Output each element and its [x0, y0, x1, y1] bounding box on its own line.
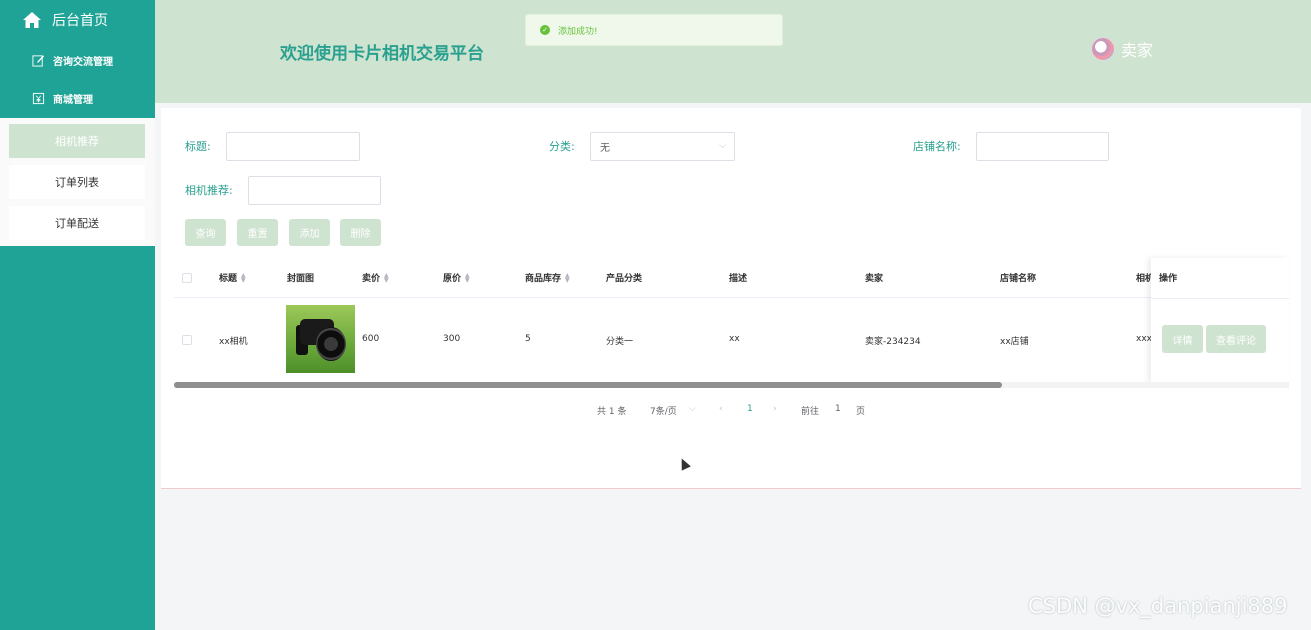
column-header-original-price[interactable]: 原价 ▲ ▼ — [443, 271, 470, 284]
sidebar-item-camera-recommend[interactable]: 相机推荐 — [9, 124, 145, 158]
goto-label: 前往 — [801, 407, 820, 417]
add-button[interactable]: 添加 — [289, 219, 330, 246]
sort-icon[interactable]: ▲ ▼ — [384, 272, 389, 283]
page-size-select[interactable]: 7条/页 — [650, 404, 677, 417]
page-suffix-label: 页 — [856, 407, 866, 417]
title-input[interactable] — [226, 132, 360, 161]
goto-page-input[interactable]: 1 — [835, 404, 841, 414]
column-header-label: 描述 — [729, 274, 748, 284]
horizontal-scrollbar[interactable] — [174, 382, 1289, 388]
title-label: 标题: — [185, 140, 211, 153]
page-title: 欢迎使用卡片相机交易平台 — [280, 44, 484, 64]
sidebar-menu-label: 商城管理 — [53, 94, 93, 106]
user-menu[interactable]: 卖家 — [1091, 37, 1153, 61]
next-page-icon[interactable]: › — [773, 404, 777, 414]
sidebar-submenu: 相机推荐 订单列表 订单配送 — [0, 118, 155, 246]
category-label: 分类: — [549, 140, 575, 153]
cell-category: 分类一 — [606, 337, 634, 347]
user-name: 卖家 — [1121, 41, 1154, 60]
watermark: CSDN @vx_danpianji889 — [1028, 594, 1288, 618]
chevron-down-icon: ⌵ — [719, 141, 726, 151]
sort-icon[interactable]: ▲ ▼ — [565, 272, 570, 283]
sidebar-home-label: 后台首页 — [52, 13, 108, 29]
cell-description: xx — [729, 334, 740, 344]
prev-page-icon[interactable]: ‹ — [719, 404, 723, 414]
column-header-stock[interactable]: 商品库存 ▲ ▼ — [525, 271, 570, 284]
sidebar: 后台首页 咨询交流管理 商城管理 相机推荐 订单列表 订单配送 — [0, 0, 155, 630]
cell-original-price: 300 — [443, 334, 461, 344]
divider — [1151, 298, 1289, 299]
delete-button[interactable]: 删除 — [340, 219, 381, 246]
sort-icon[interactable]: ▲ ▼ — [465, 272, 470, 283]
shop-label: 店铺名称: — [913, 140, 961, 153]
recommend-input[interactable] — [248, 176, 381, 205]
camera-lens-shape — [316, 327, 346, 361]
cell-title: xx相机 — [219, 337, 248, 347]
main-panel: 标题: 分类: 无 ⌵ 店铺名称: 相机推荐: 查询 重置 添加 删除 标题 ▲… — [161, 108, 1301, 489]
detail-button[interactable]: 详情 — [1162, 325, 1203, 353]
column-header-cover: 封面图 — [287, 271, 314, 284]
cell-camera: xxx — [1136, 334, 1152, 344]
home-icon — [23, 12, 41, 28]
column-header-label: 封面图 — [287, 274, 315, 284]
column-header-label: 商品库存 — [525, 274, 562, 284]
check-circle-icon: ✓ — [540, 25, 550, 35]
sort-icon[interactable]: ▲ ▼ — [241, 272, 246, 283]
column-header-seller: 卖家 — [865, 271, 883, 284]
cell-shop: xx店铺 — [1000, 337, 1029, 347]
camera-cover-image[interactable] — [286, 305, 355, 373]
edit-icon — [32, 54, 45, 67]
cell-sell-price: 600 — [362, 334, 380, 344]
scrollbar-thumb[interactable] — [174, 382, 1002, 388]
sidebar-menu-label: 咨询交流管理 — [53, 56, 113, 68]
column-header-label: 卖家 — [865, 274, 884, 284]
sidebar-menu-shop[interactable]: 商城管理 — [0, 79, 155, 117]
query-button[interactable]: 查询 — [185, 219, 226, 246]
reset-button[interactable]: 重置 — [237, 219, 278, 246]
shop-icon — [32, 92, 45, 104]
column-header-description: 描述 — [729, 271, 747, 284]
sidebar-home[interactable]: 后台首页 — [0, 0, 155, 40]
toast-message: 添加成功! — [558, 26, 598, 37]
sidebar-menu-consult[interactable]: 咨询交流管理 — [0, 41, 155, 79]
table-header: 标题 ▲ ▼ 封面图 卖价 ▲ ▼ 原价 ▲ ▼ 商品库存 ▲ ▼ 产品分类 描述 卖家… — [174, 258, 1289, 298]
column-header-label: 标题 — [219, 274, 238, 284]
success-toast: ✓ 添加成功! — [525, 14, 783, 46]
operations-column: 操作 详情 查看评论 — [1151, 258, 1289, 383]
column-header-label: 产品分类 — [606, 274, 643, 284]
cell-stock: 5 — [525, 334, 531, 344]
category-select-value: 无 — [600, 143, 610, 154]
column-header-category: 产品分类 — [606, 271, 642, 284]
column-header-label: 店铺名称 — [1000, 274, 1037, 284]
column-header-operations: 操作 — [1159, 274, 1178, 284]
column-header-shop: 店铺名称 — [1000, 271, 1036, 284]
column-header-label: 原价 — [443, 274, 462, 284]
recommend-label: 相机推荐: — [185, 184, 233, 197]
shop-input[interactable] — [976, 132, 1109, 161]
cell-seller: 卖家-234234 — [865, 337, 921, 347]
column-header-label: 卖价 — [362, 274, 381, 284]
column-header-title[interactable]: 标题 ▲ ▼ — [219, 271, 246, 284]
page-number-current[interactable]: 1 — [747, 404, 753, 414]
chevron-down-icon[interactable]: ⌵ — [689, 404, 696, 414]
view-comments-button[interactable]: 查看评论 — [1206, 325, 1266, 353]
category-select[interactable]: 无 ⌵ — [590, 132, 735, 161]
sidebar-item-order-delivery[interactable]: 订单配送 — [9, 206, 145, 240]
pagination-total: 共 1 条 — [597, 407, 627, 417]
table-row: xx相机 600 300 5 分类一 xx 卖家-234234 xx店铺 xxx — [174, 298, 1289, 383]
column-header-sell-price[interactable]: 卖价 ▲ ▼ — [362, 271, 389, 284]
avatar — [1091, 37, 1115, 61]
sidebar-item-order-list[interactable]: 订单列表 — [9, 165, 145, 199]
select-all-checkbox[interactable] — [182, 273, 192, 283]
row-checkbox[interactable] — [182, 335, 192, 345]
